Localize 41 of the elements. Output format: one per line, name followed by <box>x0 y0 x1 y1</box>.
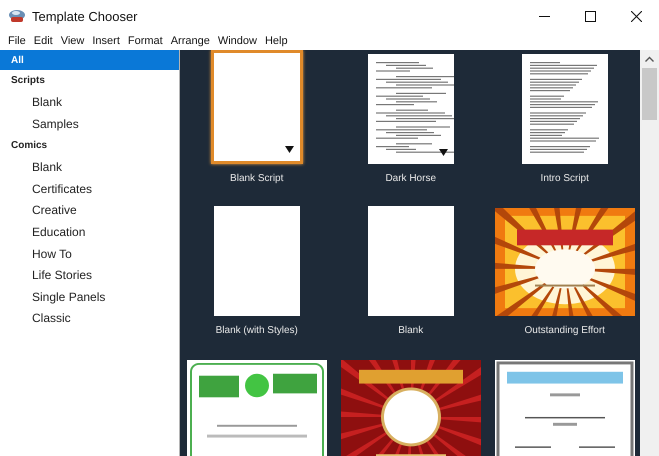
menu-item[interactable]: File <box>4 35 30 47</box>
scrollbar[interactable] <box>640 50 659 456</box>
sidebar-item[interactable]: How To <box>0 242 179 264</box>
menu-item[interactable]: View <box>56 35 88 47</box>
template-label: Blank <box>398 324 424 338</box>
sidebar-item[interactable]: Samples <box>0 113 179 135</box>
menu-item[interactable]: Edit <box>30 35 57 47</box>
script-page-thumbnail[interactable] <box>368 54 454 164</box>
sidebar-item[interactable]: Creative <box>0 200 179 222</box>
scroll-up-icon[interactable] <box>645 56 654 62</box>
script-page-thumbnail[interactable] <box>522 54 608 164</box>
template-label: Dark Horse <box>385 172 436 186</box>
dropdown-icon[interactable] <box>284 146 294 153</box>
dropdown-icon[interactable] <box>438 149 448 156</box>
menu-item[interactable]: Window <box>214 35 261 47</box>
window-title: Template Chooser <box>32 8 138 24</box>
menu-item[interactable]: Insert <box>88 35 124 47</box>
blank-page-thumbnail[interactable] <box>214 206 300 316</box>
sidebar-item[interactable]: Single Panels <box>0 286 179 308</box>
sidebar-item[interactable]: Classic <box>0 308 179 330</box>
category-header[interactable]: Comics <box>0 134 179 156</box>
template-label: Blank (with Styles) <box>216 324 298 338</box>
maximize-icon[interactable] <box>584 10 596 22</box>
blank-page-thumbnail[interactable] <box>210 50 303 164</box>
template-label: Outstanding Effort <box>524 324 605 338</box>
scroll-thumb[interactable] <box>642 68 658 120</box>
sidebar-item[interactable]: All <box>0 50 179 70</box>
blank-page-thumbnail[interactable] <box>368 206 454 316</box>
sidebar-item[interactable]: Certificates <box>0 178 179 200</box>
template-label: Blank Script <box>230 172 284 186</box>
sidebar-item[interactable]: Life Stories <box>0 264 179 286</box>
category-header[interactable]: Scripts <box>0 70 179 92</box>
menu-item[interactable]: Format <box>124 35 167 47</box>
close-icon[interactable] <box>630 10 642 22</box>
menu-item[interactable]: Help <box>260 35 292 47</box>
sidebar-item[interactable]: Education <box>0 221 179 243</box>
menu-item[interactable]: Arrange <box>166 35 214 47</box>
template-label: Intro Script <box>540 172 589 186</box>
app-icon <box>8 9 26 23</box>
sidebar-item[interactable]: Blank <box>0 92 179 114</box>
sidebar-item[interactable]: Blank <box>0 156 179 178</box>
